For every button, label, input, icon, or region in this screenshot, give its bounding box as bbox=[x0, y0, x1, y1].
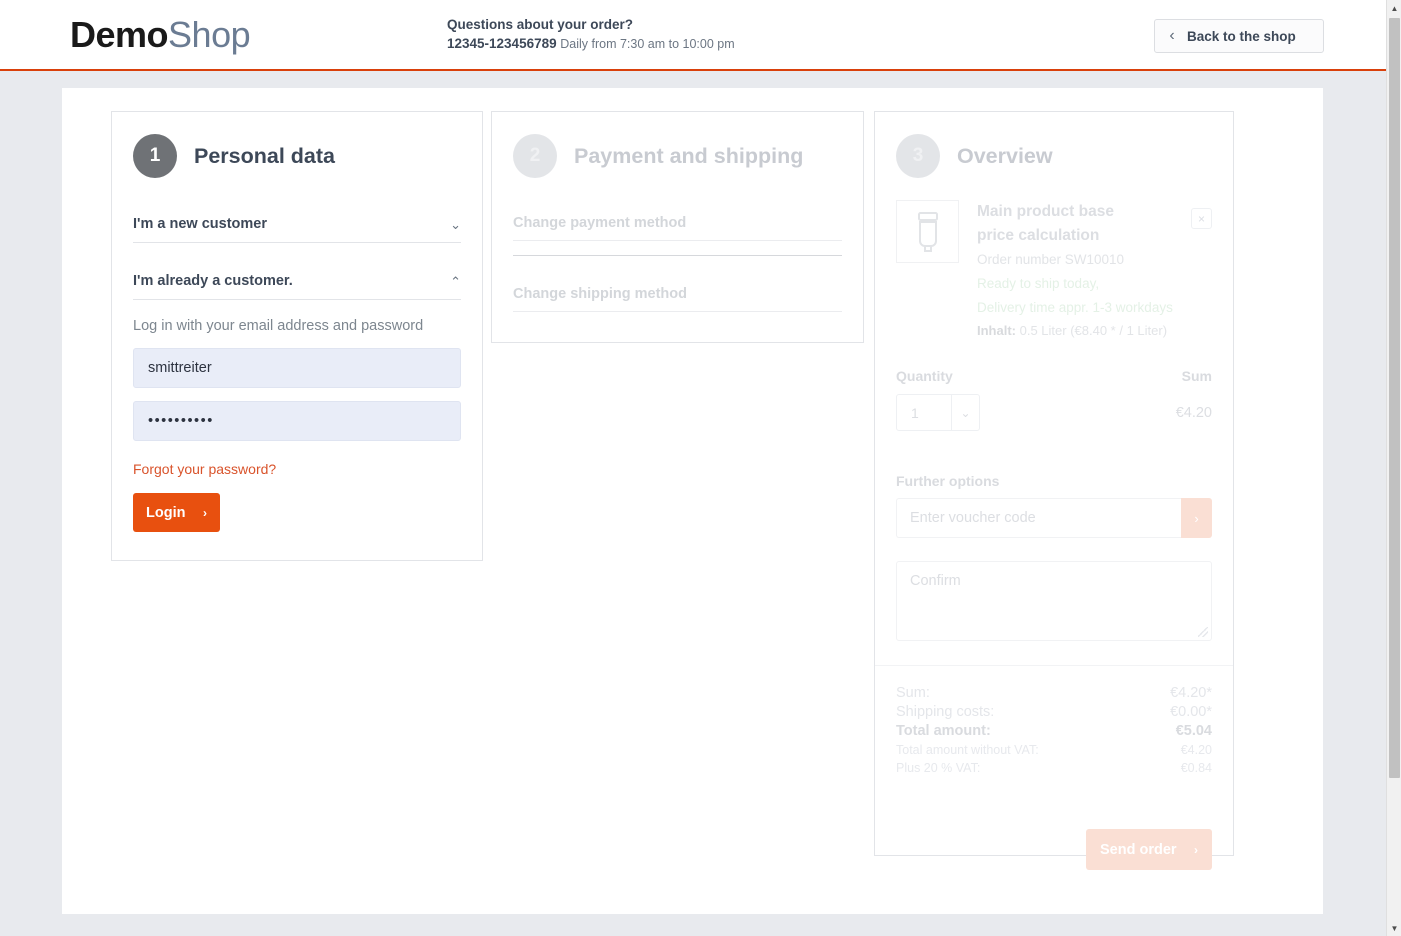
send-order-label: Send order bbox=[1100, 841, 1177, 858]
totals-block: Sum: €4.20* Shipping costs: €0.00* Total… bbox=[896, 684, 1212, 777]
resize-handle-icon[interactable] bbox=[1198, 627, 1208, 637]
product-thumbnail[interactable] bbox=[896, 200, 959, 263]
product-content-label: Inhalt: bbox=[977, 323, 1016, 338]
total-row: Plus 20 % VAT: €0.84 bbox=[896, 759, 1212, 777]
quantity-select[interactable]: 1 ⌄ bbox=[896, 394, 980, 431]
accordion-existing-customer-label: I'm already a customer. bbox=[133, 273, 293, 289]
total-row: Sum: €4.20* bbox=[896, 684, 1212, 703]
panel-personal-data: 1 Personal data I'm a new customer ⌄ I'm… bbox=[111, 111, 483, 561]
total-row-label: Sum: bbox=[896, 685, 930, 701]
chevron-right-icon: › bbox=[1194, 842, 1198, 857]
cart-item: Main product base price calculation Orde… bbox=[896, 200, 1212, 342]
step-number-1: 1 bbox=[133, 134, 177, 178]
scrollbar-thumb[interactable] bbox=[1389, 18, 1400, 778]
product-name[interactable]: Main product base price calculation bbox=[977, 200, 1152, 248]
further-options-label: Further options bbox=[896, 473, 1000, 489]
panel2-title: Payment and shipping bbox=[574, 143, 804, 168]
product-ready-to-ship: Ready to ship today, bbox=[977, 276, 1100, 291]
total-row-value: €0.00* bbox=[1170, 704, 1212, 720]
quantity-header-label: Quantity bbox=[896, 368, 953, 384]
confirm-placeholder-text: Confirm bbox=[910, 573, 961, 589]
chevron-up-icon: ⌃ bbox=[450, 273, 461, 289]
line-item-sum: €4.20 bbox=[1175, 404, 1212, 421]
send-order-button[interactable]: Send order › bbox=[1086, 829, 1212, 870]
header-contact-block: Questions about your order? 12345-123456… bbox=[447, 15, 735, 54]
totals-divider bbox=[875, 665, 1233, 666]
forgot-password-link[interactable]: Forgot your password? bbox=[133, 461, 461, 477]
panel3-header: 3 Overview bbox=[875, 112, 1233, 178]
accordion-existing-customer[interactable]: I'm already a customer. ⌃ bbox=[133, 263, 461, 300]
page-scrollbar[interactable]: ▲ ▼ bbox=[1386, 0, 1401, 936]
checkout-content: 1 Personal data I'm a new customer ⌄ I'm… bbox=[62, 88, 1323, 914]
total-row-value: €4.20 bbox=[1180, 743, 1212, 757]
confirm-textarea[interactable]: Confirm bbox=[896, 561, 1212, 641]
total-row-label: Plus 20 % VAT: bbox=[896, 761, 981, 775]
scroll-up-arrow-icon[interactable]: ▲ bbox=[1387, 0, 1401, 16]
panel2-header: 2 Payment and shipping bbox=[492, 112, 863, 178]
total-row: Shipping costs: €0.00* bbox=[896, 703, 1212, 722]
email-field[interactable]: smittreiter bbox=[133, 348, 461, 388]
product-content-info: Inhalt: 0.5 Liter (€8.40 * / 1 Liter) bbox=[977, 320, 1212, 342]
change-shipping-method-row[interactable]: Change shipping method bbox=[513, 276, 842, 312]
page-viewport: DemoShop Questions about your order? 123… bbox=[0, 0, 1401, 936]
scroll-down-arrow-icon[interactable]: ▼ bbox=[1387, 920, 1401, 936]
quantity-sum-row: 1 ⌄ €4.20 bbox=[896, 394, 1212, 431]
chevron-right-icon: › bbox=[203, 505, 207, 520]
total-row-value: €5.04 bbox=[1175, 723, 1212, 739]
voucher-submit-button[interactable]: › bbox=[1181, 498, 1212, 538]
logo-text-primary: Demo bbox=[70, 14, 169, 55]
password-field[interactable]: •••••••••• bbox=[133, 401, 461, 441]
total-row-label: Shipping costs: bbox=[896, 704, 995, 720]
logo-text-secondary: Shop bbox=[168, 14, 251, 55]
voucher-form: › bbox=[896, 498, 1212, 538]
sum-header-label: Sum bbox=[1181, 368, 1212, 384]
login-button[interactable]: Login › bbox=[133, 493, 220, 532]
back-to-shop-label: Back to the shop bbox=[1187, 28, 1296, 44]
total-row-label: Total amount: bbox=[896, 723, 991, 739]
login-hint-text: Log in with your email address and passw… bbox=[133, 318, 424, 334]
tube-product-icon bbox=[917, 211, 938, 252]
total-row-label: Total amount without VAT: bbox=[896, 743, 1039, 757]
login-button-label: Login bbox=[146, 504, 186, 521]
voucher-input[interactable] bbox=[896, 498, 1181, 538]
accordion-new-customer[interactable]: I'm a new customer ⌄ bbox=[133, 206, 461, 243]
panel3-title: Overview bbox=[957, 143, 1053, 168]
total-row-value: €0.84 bbox=[1180, 761, 1212, 775]
close-icon: × bbox=[1197, 211, 1205, 226]
quantity-value: 1 bbox=[911, 404, 919, 421]
site-logo[interactable]: DemoShop bbox=[70, 14, 251, 56]
total-row-value: €4.20* bbox=[1170, 685, 1212, 701]
panel1-header: 1 Personal data bbox=[112, 112, 482, 178]
send-order-wrapper: Send order › bbox=[896, 829, 1212, 870]
chevron-left-icon: ‹ bbox=[1169, 27, 1175, 44]
back-to-shop-button[interactable]: ‹ Back to the shop bbox=[1154, 19, 1324, 53]
chevron-down-icon: ⌄ bbox=[450, 216, 461, 232]
step-number-2: 2 bbox=[513, 134, 557, 178]
panel-overview: 3 Overview Main product base price calcu… bbox=[874, 111, 1234, 870]
panel-payment-shipping: 2 Payment and shipping Change payment me… bbox=[491, 111, 864, 343]
product-order-number: Order number SW10010 bbox=[977, 252, 1125, 267]
cart-item-info: Main product base price calculation Orde… bbox=[977, 200, 1212, 342]
chevron-down-icon: ⌄ bbox=[951, 395, 979, 430]
contact-details: 12345-123456789 Daily from 7:30 am to 10… bbox=[447, 34, 735, 54]
contact-hours: Daily from 7:30 am to 10:00 pm bbox=[560, 37, 735, 51]
panel2-divider bbox=[513, 255, 842, 256]
remove-item-button[interactable]: × bbox=[1191, 208, 1212, 229]
panel1-title: Personal data bbox=[194, 143, 335, 168]
contact-question: Questions about your order? bbox=[447, 17, 634, 32]
total-row: Total amount: €5.04 bbox=[896, 722, 1212, 741]
accordion-new-customer-label: I'm a new customer bbox=[133, 216, 267, 232]
change-payment-method-row[interactable]: Change payment method bbox=[513, 205, 842, 241]
contact-phone: 12345-123456789 bbox=[447, 36, 557, 51]
product-content-value: 0.5 Liter (€8.40 * / 1 Liter) bbox=[1019, 323, 1168, 338]
quantity-sum-header: Quantity Sum bbox=[896, 368, 1212, 384]
step-number-3: 3 bbox=[896, 134, 940, 178]
site-header: DemoShop Questions about your order? 123… bbox=[0, 0, 1386, 71]
total-row: Total amount without VAT: €4.20 bbox=[896, 741, 1212, 759]
product-delivery-time: Delivery time appr. 1-3 workdays bbox=[977, 300, 1173, 315]
chevron-right-icon: › bbox=[1194, 510, 1199, 526]
